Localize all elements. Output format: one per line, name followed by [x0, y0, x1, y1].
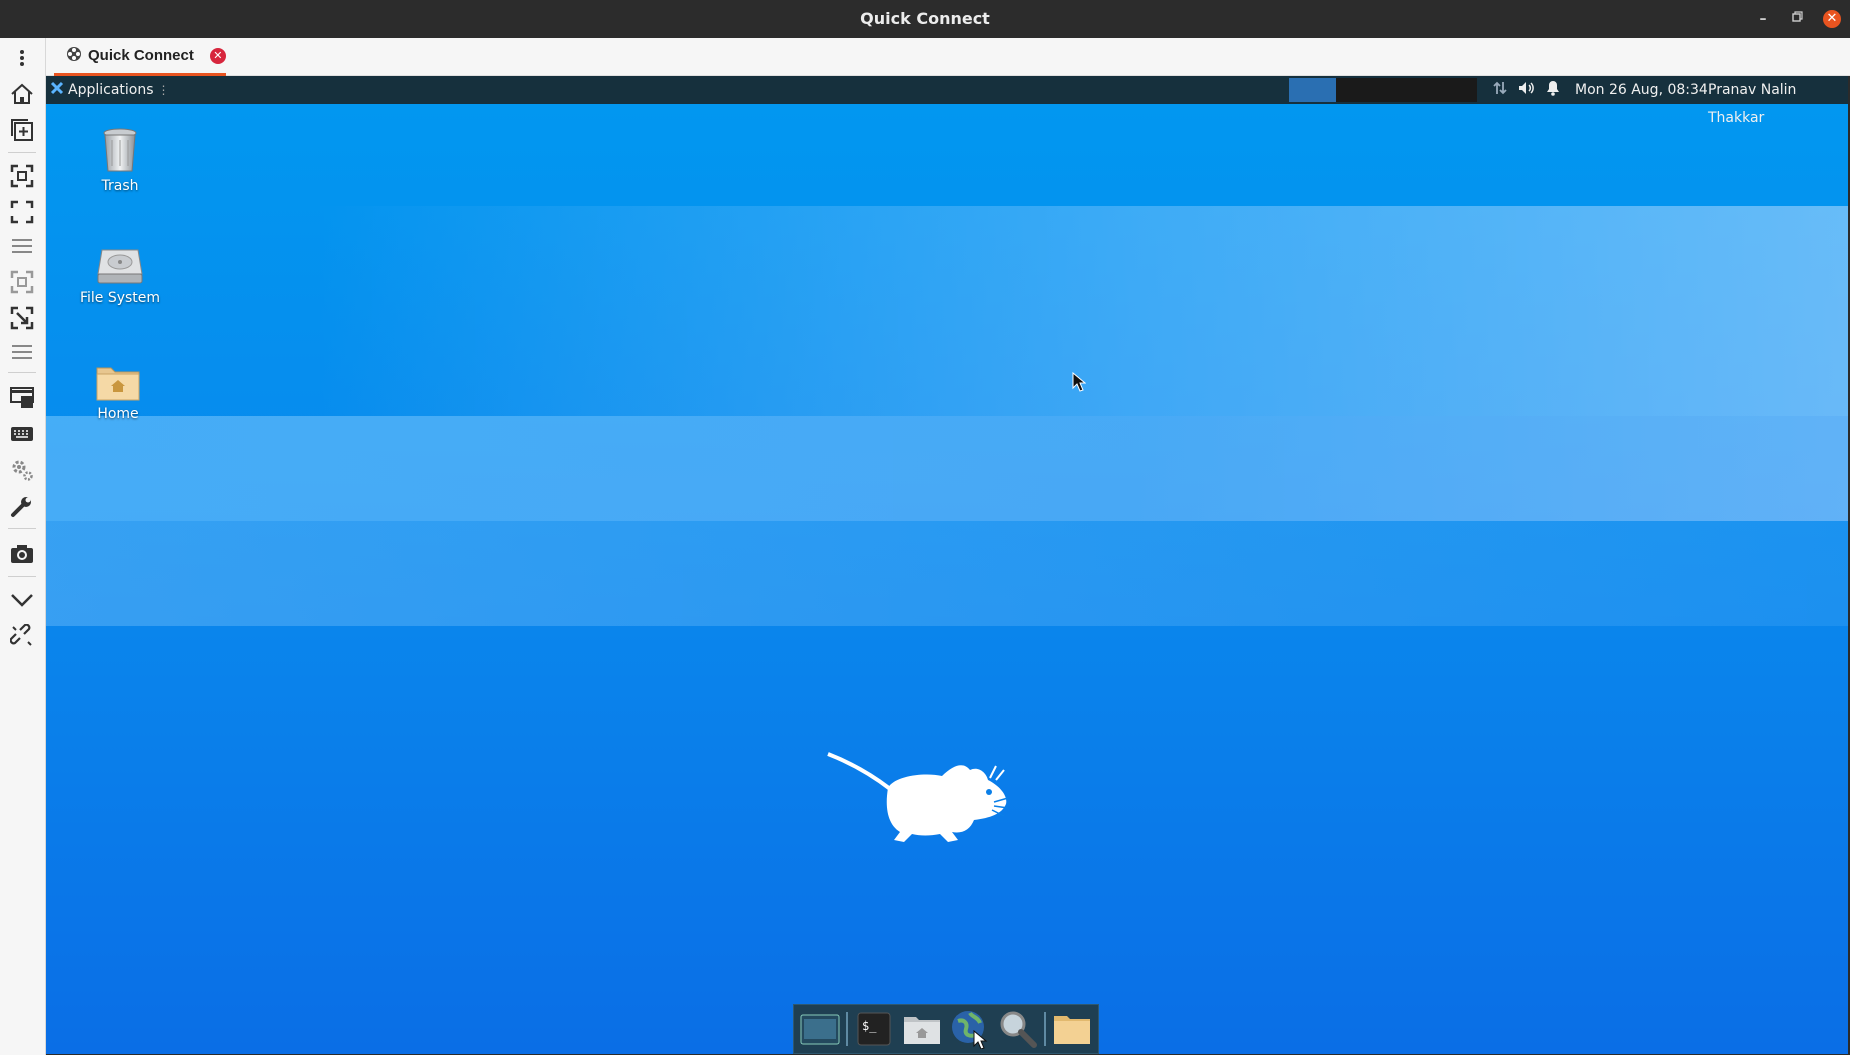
xfce-dock: $_ [793, 1004, 1099, 1054]
toolbar-separator [8, 528, 36, 529]
panel-clock[interactable]: Mon 26 Aug, 08:34 [1575, 76, 1708, 104]
close-tab-icon[interactable]: ✕ [209, 47, 226, 64]
applications-menu[interactable]: Applications ⋮ [50, 76, 170, 104]
file-manager-icon[interactable] [900, 1007, 944, 1051]
toolbar-separator [8, 576, 36, 577]
svg-text:$_: $_ [862, 1019, 877, 1033]
tab-quick-connect[interactable]: Quick Connect ✕ [54, 38, 226, 76]
minimize-icon[interactable]: – [1754, 10, 1772, 28]
desktop-icon-file-system[interactable]: File System [65, 246, 175, 306]
home-folder-icon [96, 367, 140, 401]
tools-icon[interactable] [8, 492, 36, 520]
multi-monitor-icon[interactable] [8, 304, 36, 332]
dock-separator [846, 1012, 848, 1046]
web-browser-icon[interactable] [948, 1007, 992, 1051]
wallpaper-band [46, 416, 1848, 521]
new-tab-icon[interactable] [8, 116, 36, 144]
scale-icon[interactable] [8, 268, 36, 296]
desktop-icon-trash[interactable]: Trash [65, 126, 175, 194]
minimize-toolbar-icon[interactable] [8, 586, 36, 614]
volume-icon[interactable] [1518, 80, 1536, 100]
window-title: Quick Connect [860, 9, 990, 28]
screenshot-icon[interactable] [8, 540, 36, 568]
dock-separator [1044, 1012, 1046, 1046]
preferences-icon[interactable] [8, 456, 36, 484]
wallpaper-band [46, 521, 1848, 626]
toolbar-separator [8, 372, 36, 373]
mouse-pointer-icon [1072, 372, 1086, 392]
folder-icon[interactable] [1050, 1007, 1094, 1051]
remote-desktop[interactable]: Applications ⋮ Mon 26 Aug, 08:34 Pranav … [46, 76, 1848, 1054]
desktop-icon-label: Trash [101, 178, 139, 194]
dynamic-resolution-icon[interactable] [8, 384, 36, 412]
terminal-icon[interactable]: $_ [852, 1007, 896, 1051]
xfce-logo-icon [50, 81, 64, 99]
restore-icon[interactable] [1788, 10, 1806, 28]
panel-username[interactable]: Pranav Nalin Thakkar [1708, 76, 1848, 132]
tab-bar: Quick Connect ✕ [46, 38, 1850, 76]
desktop-icon-label: File System [79, 290, 161, 306]
applications-label: Applications [68, 82, 154, 98]
xfce-panel: Applications ⋮ Mon 26 Aug, 08:34 Pranav … [46, 76, 1848, 126]
app-finder-icon[interactable] [996, 1007, 1040, 1051]
toolbar-separator [8, 152, 36, 153]
fullscreen-icon[interactable] [8, 198, 36, 226]
desktop-icon-home[interactable]: Home [63, 362, 173, 422]
desktop-icon-label: Home [97, 406, 139, 422]
menu-icon[interactable] [8, 44, 36, 72]
fit-window-icon[interactable] [8, 162, 36, 190]
keyboard-icon[interactable] [8, 420, 36, 448]
drive-icon [97, 249, 143, 284]
network-icon[interactable] [1492, 80, 1508, 100]
workspace-2[interactable] [1336, 78, 1383, 102]
home-icon[interactable] [8, 80, 36, 108]
workspace-3[interactable] [1383, 78, 1430, 102]
close-window-icon[interactable]: ✕ [1823, 10, 1841, 28]
notification-bell-icon[interactable] [1546, 80, 1560, 100]
wallpaper-band [46, 206, 1848, 416]
show-desktop-icon[interactable] [798, 1007, 842, 1051]
window-titlebar: Quick Connect – ✕ [0, 0, 1850, 38]
drag-handle-icon: ⋮ [157, 83, 170, 97]
tab-label: Quick Connect [88, 47, 194, 64]
trash-icon [103, 128, 137, 172]
list-icon[interactable] [8, 232, 36, 260]
remmina-toolbar [0, 38, 46, 1055]
connection-icon [66, 46, 82, 66]
list-icon[interactable] [8, 338, 36, 366]
disconnect-icon[interactable] [8, 622, 36, 650]
workspace-4[interactable] [1430, 78, 1477, 102]
workspace-1[interactable] [1289, 78, 1336, 102]
xfce-mouse-logo [827, 752, 1009, 842]
